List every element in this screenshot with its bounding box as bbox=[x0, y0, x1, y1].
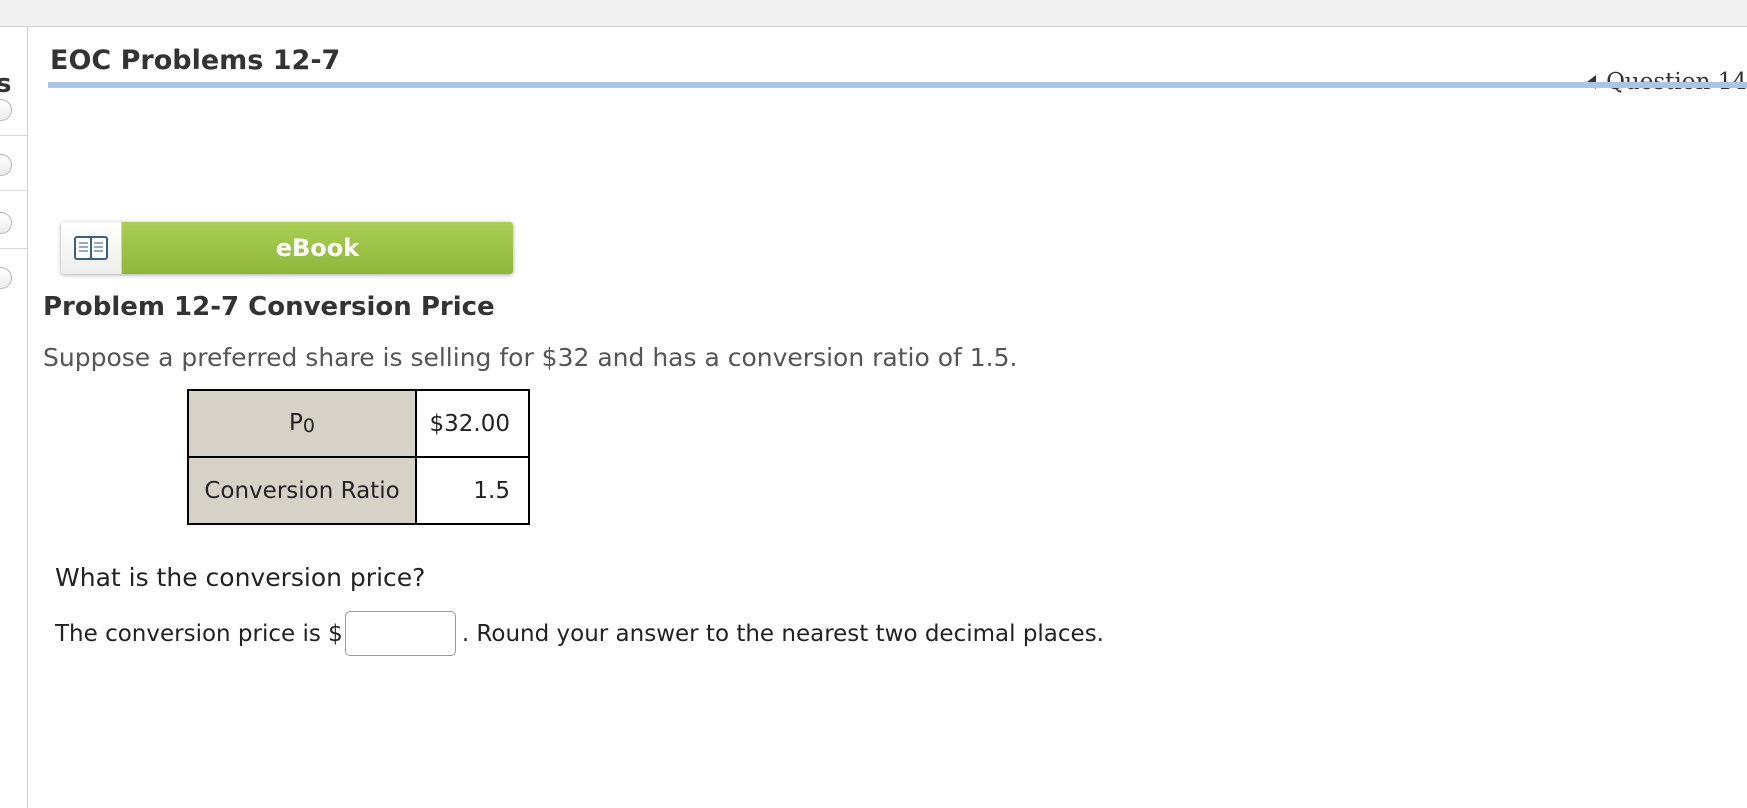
ebook-label: eBook bbox=[122, 222, 513, 274]
ebook-icon-box bbox=[61, 222, 122, 274]
header-underline bbox=[48, 82, 1747, 88]
problem-title: Problem 12-7 Conversion Price bbox=[43, 292, 495, 322]
rail-divider bbox=[0, 190, 27, 191]
table-label-cell: Conversion Ratio bbox=[187, 456, 417, 525]
price-symbol: P bbox=[289, 410, 303, 436]
question-status-icon[interactable] bbox=[0, 267, 12, 289]
problem-statement: Suppose a preferred share is selling for… bbox=[43, 343, 1018, 372]
rail-divider bbox=[0, 248, 27, 249]
table-row: P0 $32.00 bbox=[187, 389, 530, 458]
conversion-price-input[interactable] bbox=[344, 611, 456, 656]
question-status-icon[interactable] bbox=[0, 154, 12, 176]
answer-line: The conversion price is $ . Round your a… bbox=[55, 611, 1104, 656]
table-value-cell: $32.00 bbox=[415, 389, 530, 458]
question-status-icon[interactable] bbox=[0, 212, 12, 234]
assignment-header: EOC Problems 12-7 Question 14 bbox=[28, 27, 1747, 95]
table-value-cell: 1.5 bbox=[415, 456, 530, 525]
book-icon bbox=[74, 236, 108, 260]
question-status-icon[interactable] bbox=[0, 99, 12, 121]
browser-top-strip bbox=[0, 0, 1747, 27]
answer-suffix: . Round your answer to the nearest two d… bbox=[461, 620, 1104, 647]
question-prompt: What is the conversion price? bbox=[55, 563, 426, 592]
table-row: Conversion Ratio 1.5 bbox=[187, 456, 530, 525]
question-list-rail: s bbox=[0, 27, 28, 808]
rail-cut-text: s bbox=[0, 69, 12, 99]
table-label-cell: P0 bbox=[187, 389, 417, 458]
answer-prefix: The conversion price is $ bbox=[55, 620, 343, 647]
ebook-button[interactable]: eBook bbox=[61, 222, 513, 274]
assignment-title: EOC Problems 12-7 bbox=[50, 45, 341, 76]
price-subscript: 0 bbox=[302, 415, 315, 437]
given-data-table: P0 $32.00 Conversion Ratio 1.5 bbox=[187, 389, 530, 525]
rail-divider bbox=[0, 135, 27, 136]
